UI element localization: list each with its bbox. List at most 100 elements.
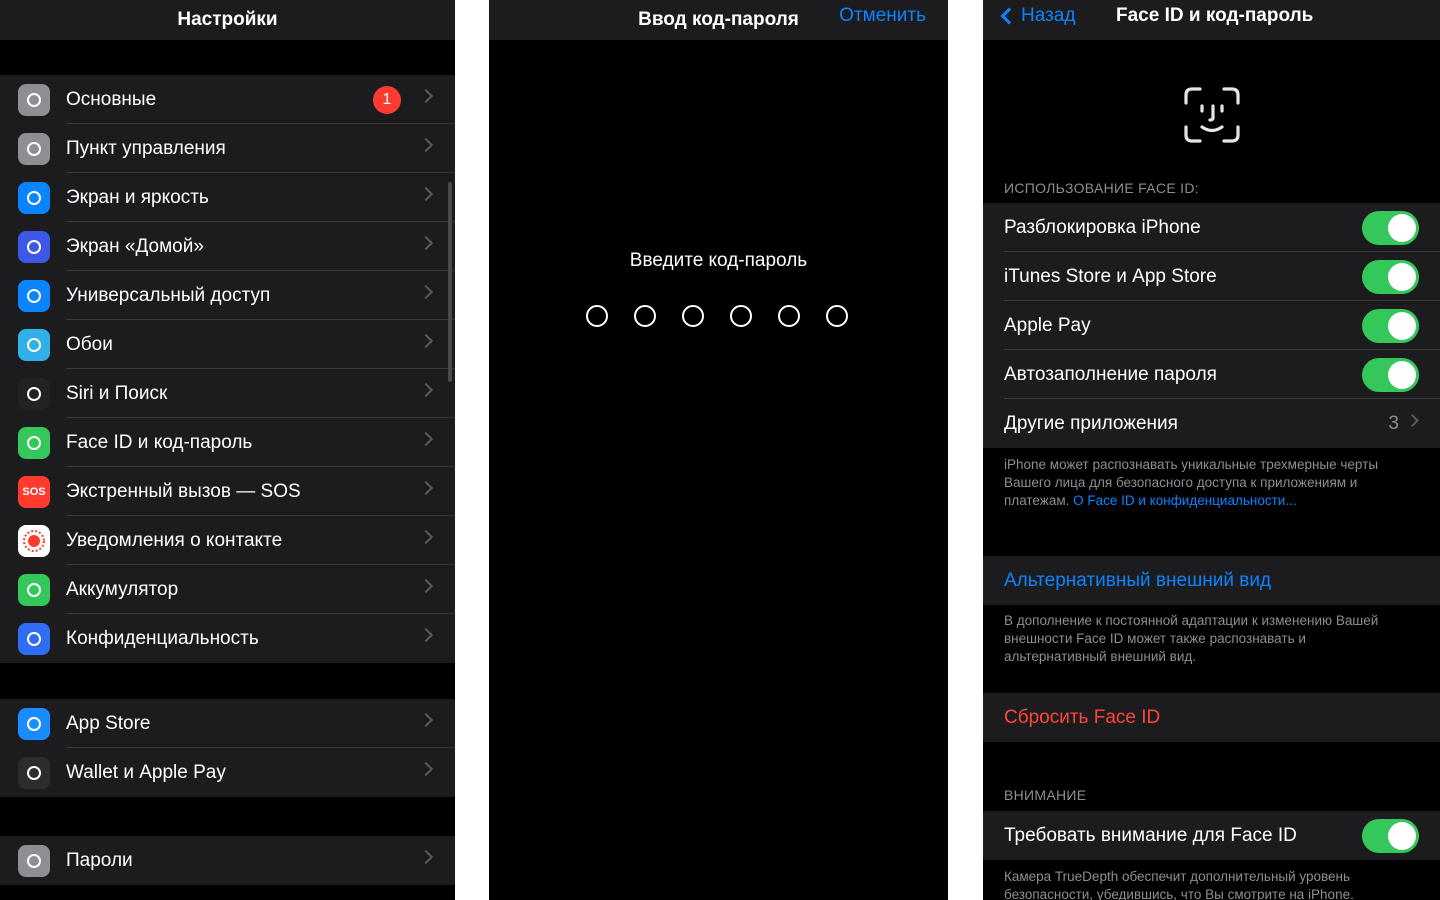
reset-faceid-button[interactable]: Сбросить Face ID — [983, 693, 1440, 742]
settings-row-label: Wallet и Apple Pay — [66, 762, 226, 783]
faceid-toggle-label: Apple Pay — [1004, 315, 1091, 336]
settings-group-passwords: Пароли — [0, 836, 455, 885]
faceid-privacy-link[interactable]: О Face ID и конфиденциальности... — [1073, 493, 1296, 508]
chevron-right-icon — [418, 578, 434, 594]
key-icon — [18, 845, 50, 877]
hand-icon — [18, 623, 50, 655]
home-screen-icon — [18, 231, 50, 263]
settings-row-exposure[interactable]: Уведомления о контакте — [0, 516, 455, 565]
settings-row-display[interactable]: Экран и яркость — [0, 173, 455, 222]
passcode-title: Ввод код-пароля — [638, 9, 799, 30]
passcode-dot — [634, 305, 656, 327]
chevron-right-icon — [418, 333, 434, 349]
settings-row-label: Siri и Поиск — [66, 383, 168, 404]
sos-icon: SOS — [18, 476, 50, 508]
settings-row-label: Face ID и код-пароль — [66, 432, 253, 453]
alt-appearance-group: Альтернативный внешний вид — [983, 556, 1440, 605]
settings-row-label: Универсальный доступ — [66, 285, 271, 306]
exposure-icon — [18, 525, 50, 557]
attention-footnote: Камера TrueDepth обеспечит дополнительны… — [1004, 869, 1354, 900]
chevron-right-icon — [418, 382, 434, 398]
settings-row-faceid[interactable]: Face ID и код-пароль — [0, 418, 455, 467]
passcode-screen: Ввод код-пароля Отменить Введите код-пар… — [489, 0, 948, 900]
settings-row-gear[interactable]: Основные 1 — [0, 75, 455, 124]
chevron-right-icon — [418, 849, 434, 865]
settings-row-label: Экстренный вызов — SOS — [66, 481, 301, 502]
attention-label: Требовать внимание для Face ID — [1004, 825, 1297, 846]
settings-screen: Настройки Основные 1 Пункт управления Экран… — [0, 0, 455, 900]
settings-row-label: Уведомления о контакте — [66, 530, 283, 551]
faceid-glyph-icon — [1184, 87, 1240, 143]
page-title: Настройки — [177, 9, 278, 30]
faceid-toggle-row: Apple Pay — [983, 301, 1440, 350]
faceid-screen: Назад Face ID и код-пароль ИСПОЛЬЗОВАНИЕ… — [983, 0, 1440, 900]
other-apps-row[interactable]: Другие приложения 3 — [983, 399, 1440, 448]
settings-group-store: App Store Wallet и Apple Pay — [0, 699, 455, 797]
chevron-right-icon — [418, 480, 434, 496]
chevron-right-icon — [418, 529, 434, 545]
settings-row-label: App Store — [66, 713, 151, 734]
back-button[interactable]: Назад — [997, 5, 1075, 27]
settings-row-sos[interactable]: SOS Экстренный вызов — SOS — [0, 467, 455, 516]
notification-badge: 1 — [373, 86, 401, 114]
passcode-dot — [826, 305, 848, 327]
faceid-icon — [18, 427, 50, 459]
settings-row-label: Конфиденциальность — [66, 628, 259, 649]
faceid-toggle-label: Разблокировка iPhone — [1004, 217, 1201, 238]
settings-row-label: Пункт управления — [66, 138, 226, 159]
attention-header: ВНИМАНИЕ — [1004, 787, 1087, 803]
faceid-toggle-row: iTunes Store и App Store — [983, 252, 1440, 301]
chevron-right-icon — [418, 88, 434, 104]
alt-appearance-footnote: В дополнение к постоянной адаптации к из… — [1004, 613, 1379, 664]
faceid-toggle-switch[interactable] — [1362, 358, 1419, 392]
chevron-right-icon — [418, 284, 434, 300]
faceid-toggle-switch[interactable] — [1362, 260, 1419, 294]
faceid-navbar: Назад Face ID и код-пароль — [983, 0, 1440, 40]
settings-row-key[interactable]: Пароли — [0, 836, 455, 885]
settings-row-home-screen[interactable]: Экран «Домой» — [0, 222, 455, 271]
attention-row: Требовать внимание для Face ID — [983, 811, 1440, 860]
wallet-icon — [18, 757, 50, 789]
faceid-toggle-switch[interactable] — [1362, 309, 1419, 343]
other-apps-label: Другие приложения — [1004, 413, 1178, 434]
attention-toggle[interactable] — [1362, 819, 1419, 853]
settings-row-control-center[interactable]: Пункт управления — [0, 124, 455, 173]
chevron-right-icon — [418, 627, 434, 643]
back-label: Назад — [1021, 5, 1076, 26]
settings-row-battery[interactable]: Аккумулятор — [0, 565, 455, 614]
chevron-right-icon — [418, 761, 434, 777]
settings-row-hand[interactable]: Конфиденциальность — [0, 614, 455, 663]
settings-row-label: Экран «Домой» — [66, 236, 204, 257]
alt-appearance-label: Альтернативный внешний вид — [1004, 570, 1272, 591]
chevron-left-icon — [1000, 7, 1018, 25]
scrollbar[interactable] — [448, 182, 452, 382]
alt-appearance-button[interactable]: Альтернативный внешний вид — [983, 556, 1440, 605]
chevron-right-icon — [418, 712, 434, 728]
chevron-right-icon — [418, 235, 434, 251]
other-apps-count: 3 — [1388, 413, 1399, 434]
faceid-toggle-label: Автозаполнение пароля — [1004, 364, 1217, 385]
chevron-right-icon — [418, 431, 434, 447]
settings-row-app-store[interactable]: App Store — [0, 699, 455, 748]
attention-group: Требовать внимание для Face ID — [983, 811, 1440, 860]
passcode-dots — [586, 305, 848, 327]
settings-row-accessibility[interactable]: Универсальный доступ — [0, 271, 455, 320]
faceid-footnote: iPhone может распознавать уникальные тре… — [1004, 456, 1400, 510]
settings-row-label: Пароли — [66, 850, 133, 871]
chevron-right-icon — [1406, 414, 1419, 427]
chevron-right-icon — [418, 137, 434, 153]
settings-row-wallet[interactable]: Wallet и Apple Pay — [0, 748, 455, 797]
settings-row-wallpaper[interactable]: Обои — [0, 320, 455, 369]
settings-group-general: Основные 1 Пункт управления Экран и яркость… — [0, 75, 455, 663]
app-store-icon — [18, 708, 50, 740]
passcode-dot — [778, 305, 800, 327]
settings-row-siri[interactable]: Siri и Поиск — [0, 369, 455, 418]
passcode-dot — [586, 305, 608, 327]
cancel-button[interactable]: Отменить — [839, 5, 926, 27]
passcode-prompt: Введите код-пароль — [629, 250, 808, 271]
faceid-toggle-switch[interactable] — [1362, 211, 1419, 245]
faceid-toggle-label: iTunes Store и App Store — [1004, 266, 1217, 287]
chevron-right-icon — [418, 186, 434, 202]
control-center-icon — [18, 133, 50, 165]
faceid-toggle-row: Разблокировка iPhone — [983, 203, 1440, 252]
